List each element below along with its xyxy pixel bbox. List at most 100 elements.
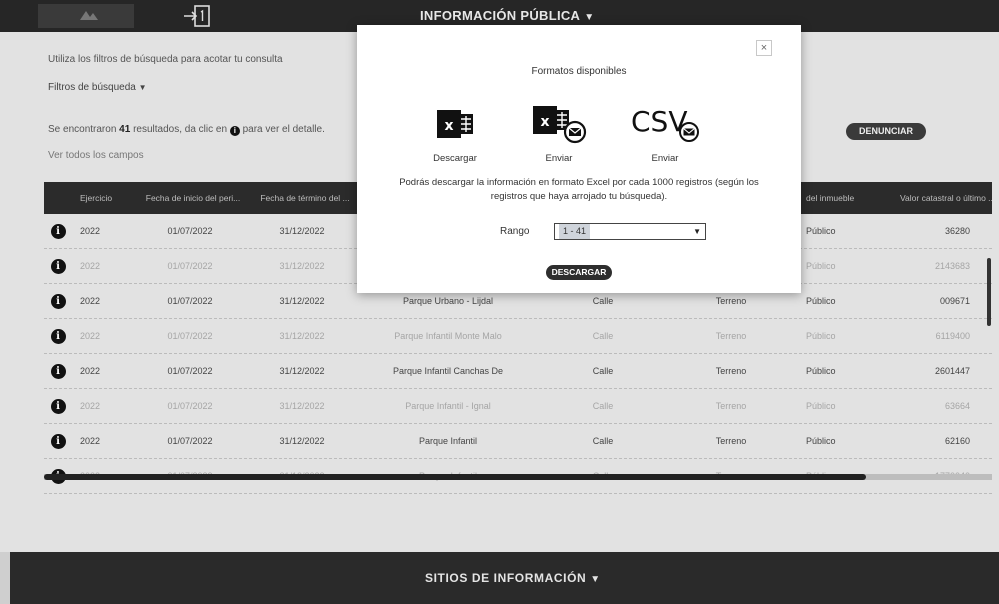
table-cell: Calle <box>592 401 614 411</box>
table-row[interactable]: i 2022 01/07/2022 31/12/2022 Parque Infantil… <box>44 354 992 389</box>
excel-icon: x <box>437 110 473 138</box>
info-icon[interactable]: i <box>50 398 66 414</box>
close-button[interactable]: × <box>756 40 772 56</box>
search-filters-label: Filtros de búsqueda <box>48 82 136 93</box>
excel-mail-icon: x <box>533 106 587 144</box>
range-label: Rango <box>500 226 530 237</box>
table-cell: 31/12/2022 <box>279 226 325 236</box>
footer-menu-sitios[interactable]: SITIOS DE INFORMACIÓN ▼ <box>425 571 601 585</box>
option-label: Enviar <box>651 153 679 164</box>
table-cell: 31/12/2022 <box>279 261 325 271</box>
table-cell: 31/12/2022 <box>279 366 325 376</box>
svg-text:x: x <box>444 118 453 134</box>
table-cell: Terreno <box>715 366 747 376</box>
table-row[interactable]: i 2022 01/07/2022 31/12/2022 Parque Infantil… <box>44 319 992 354</box>
table-cell: Parque Urbano - Lijdal <box>402 296 494 306</box>
vertical-scrollbar[interactable] <box>987 258 991 326</box>
table-cell: 01/07/2022 <box>167 436 213 446</box>
table-cell: Público <box>806 331 836 341</box>
table-cell: Parque Infantil - Ignal <box>405 401 491 411</box>
dropdown-arrow-icon: ▼ <box>693 227 701 236</box>
info-icon[interactable]: i <box>50 363 66 379</box>
table-cell: 2022 <box>80 261 101 271</box>
table-cell: 01/07/2022 <box>167 261 213 271</box>
table-cell: 2022 <box>80 436 101 446</box>
chevron-down-icon: ▼ <box>590 574 601 585</box>
table-cell: 01/07/2022 <box>167 366 213 376</box>
table-cell: Terreno <box>715 331 747 341</box>
info-icon[interactable]: i <box>50 223 66 239</box>
svg-text:x: x <box>540 114 549 130</box>
logo <box>38 4 134 28</box>
table-cell: 31/12/2022 <box>279 436 325 446</box>
column-header[interactable]: Ejercicio <box>72 193 126 203</box>
info-icon[interactable]: i <box>50 328 66 344</box>
table-cell: Calle <box>592 436 614 446</box>
table-row[interactable]: i 2022 01/07/2022 31/12/2022 Parque Infantil… <box>44 389 992 424</box>
chevron-down-icon: ▼ <box>138 83 147 92</box>
send-csv-option[interactable]: CSV Enviar <box>625 101 705 164</box>
table-row[interactable]: i 2022 01/07/2022 31/12/2022 Parque Infantil… <box>44 424 992 459</box>
results-summary: Se encontraron 41 resultados, da clic en… <box>48 124 325 136</box>
modal-title: Formatos disponibles <box>531 66 627 77</box>
download-excel-option[interactable]: x Descargar <box>415 101 495 164</box>
top-menu-label: INFORMACIÓN PÚBLICA <box>420 8 581 23</box>
table-cell: 2022 <box>80 401 101 411</box>
csv-text: CSV <box>631 105 687 138</box>
table-cell: Calle <box>592 331 614 341</box>
table-cell: Público <box>806 436 836 446</box>
table-cell: 6119400 <box>935 331 970 341</box>
column-header[interactable]: Valor catastral o último ... <box>894 193 992 203</box>
info-icon[interactable]: i <box>50 293 66 309</box>
info-icon: i <box>229 126 240 136</box>
table-cell: 01/07/2022 <box>167 401 213 411</box>
table-cell: Parque Infantil <box>418 436 478 446</box>
see-all-fields-link[interactable]: Ver todos los campos <box>48 150 144 161</box>
info-icon[interactable]: i <box>50 258 66 274</box>
table-cell: Público <box>806 296 836 306</box>
column-header[interactable]: Fecha de término del ... <box>254 193 350 203</box>
table-cell: 31/12/2022 <box>279 331 325 341</box>
report-button[interactable]: DENUNCIAR <box>846 123 926 140</box>
table-cell: Público <box>806 261 836 271</box>
footer: SITIOS DE INFORMACIÓN ▼ <box>10 552 999 604</box>
table-cell: 2022 <box>80 296 101 306</box>
download-button[interactable]: DESCARGAR <box>546 265 612 280</box>
results-count: 41 <box>119 124 131 135</box>
export-modal: × Formatos disponibles x Descargar x Env… <box>357 25 801 293</box>
footer-menu-label: SITIOS DE INFORMACIÓN <box>425 571 587 585</box>
table-cell: 63664 <box>944 401 970 411</box>
table-cell: Público <box>806 401 836 411</box>
csv-mail-icon: CSV <box>631 105 699 142</box>
range-select[interactable]: 1 - 41 ▼ <box>554 223 706 240</box>
results-suffix: resultados, da clic en <box>133 124 228 135</box>
logo-icon <box>80 11 98 20</box>
info-icon[interactable]: i <box>50 433 66 449</box>
table-cell: Público <box>806 226 836 236</box>
table-cell: 31/12/2022 <box>279 296 325 306</box>
logout-icon[interactable] <box>182 3 212 29</box>
results-end: para ver el detalle. <box>242 124 325 135</box>
table-cell: 2022 <box>80 226 101 236</box>
top-menu-informacion-publica[interactable]: INFORMACIÓN PÚBLICA ▼ <box>420 8 594 23</box>
column-header[interactable]: del inmueble <box>802 193 894 203</box>
horizontal-scrollbar[interactable] <box>44 474 866 480</box>
table-cell: 31/12/2022 <box>279 401 325 411</box>
table-cell: Calle <box>592 366 614 376</box>
filter-hint: Utiliza los filtros de búsqueda para aco… <box>48 54 283 65</box>
range-value: 1 - 41 <box>559 224 591 239</box>
column-header[interactable]: Fecha de inicio del peri... <box>126 193 254 203</box>
table-cell: 36280 <box>944 226 970 236</box>
table-cell: 2022 <box>80 366 101 376</box>
table-cell: Terreno <box>715 436 747 446</box>
table-cell: 01/07/2022 <box>167 296 213 306</box>
send-excel-option[interactable]: x Enviar <box>519 101 599 164</box>
table-cell: 2022 <box>80 331 101 341</box>
search-filters-toggle[interactable]: Filtros de búsqueda ▼ <box>48 82 147 93</box>
table-cell: 01/07/2022 <box>167 331 213 341</box>
table-cell: 01/07/2022 <box>167 226 213 236</box>
table-cell: Parque Infantil Canchas De <box>392 366 504 376</box>
table-cell: 009671 <box>939 296 970 306</box>
table-cell: Terreno <box>715 401 747 411</box>
modal-description: Podrás descargar la información en forma… <box>399 177 759 202</box>
